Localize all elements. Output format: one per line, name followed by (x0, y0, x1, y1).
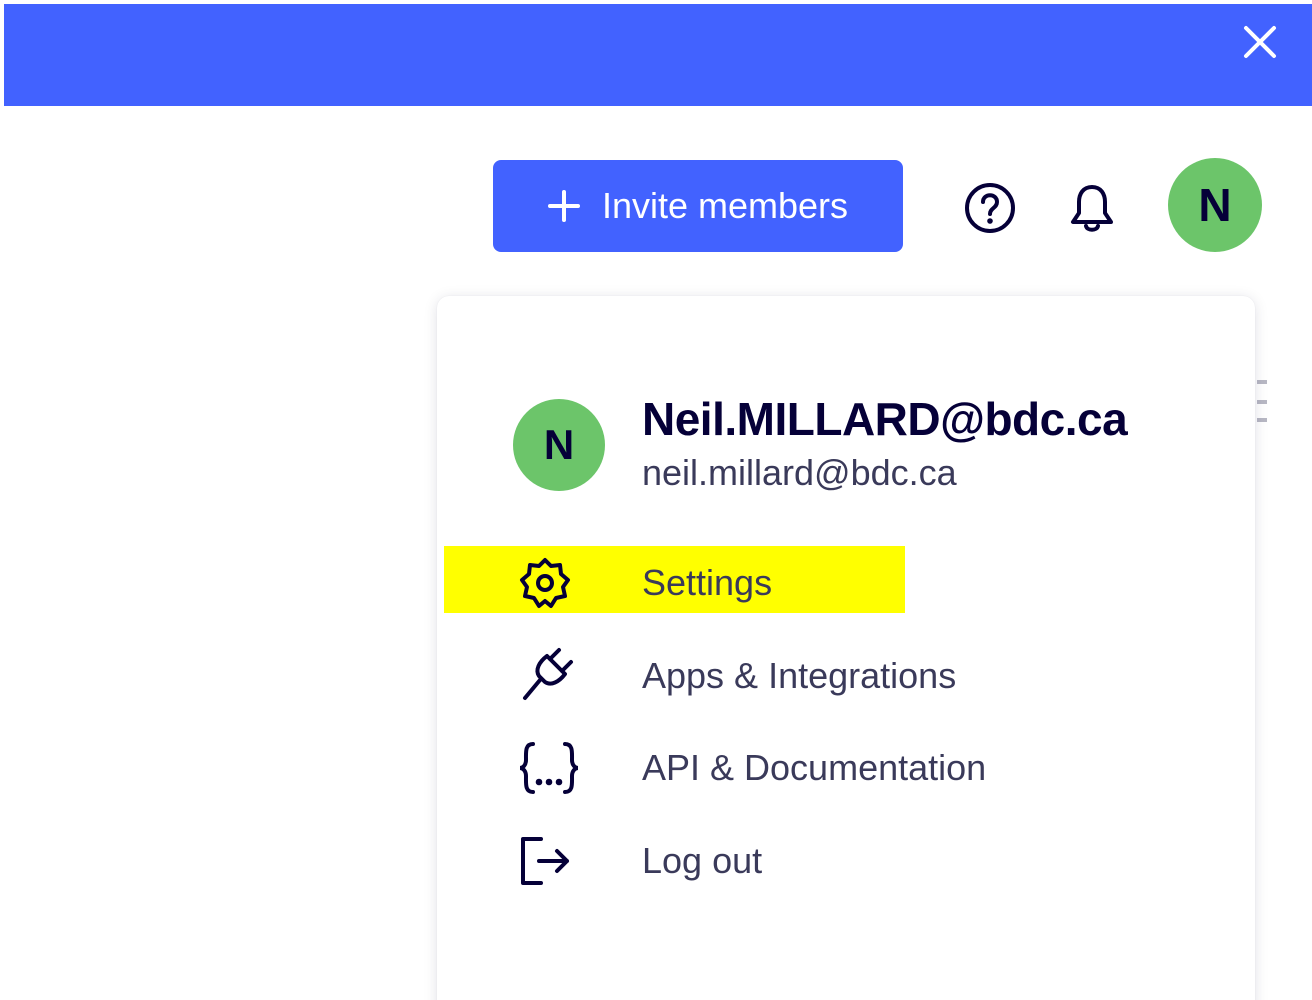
menu-avatar: N (513, 399, 605, 491)
account-dropdown-menu: N Neil.MILLARD@bdc.ca neil.millard@bdc.c… (437, 296, 1255, 1000)
logout-icon (517, 826, 601, 896)
user-avatar-button[interactable]: N (1168, 158, 1262, 252)
menu-item-api-documentation[interactable]: API & Documentation (517, 733, 1217, 803)
help-circle-icon[interactable] (960, 178, 1020, 238)
close-icon[interactable] (1236, 18, 1284, 66)
gear-icon (517, 548, 601, 618)
user-email: neil.millard@bdc.ca (642, 452, 957, 493)
menu-item-settings-label: Settings (642, 562, 773, 603)
menu-item-api-label: API & Documentation (642, 747, 987, 788)
plug-icon (517, 641, 601, 711)
menu-item-apps-integrations[interactable]: Apps & Integrations (517, 641, 1217, 711)
plus-icon (547, 190, 580, 222)
bell-icon[interactable] (1062, 178, 1122, 238)
code-braces-icon (517, 733, 601, 803)
menu-item-apps-label: Apps & Integrations (642, 655, 957, 696)
menu-item-log-out[interactable]: Log out (517, 826, 1217, 896)
top-banner (4, 4, 1312, 106)
page: Invite members N N Neil.MILLARD@bdc.ca n… (0, 0, 1312, 1000)
invite-members-button[interactable]: Invite members (493, 160, 903, 252)
avatar-initial: N (1198, 179, 1232, 231)
invite-members-label: Invite members (601, 185, 849, 226)
user-display-name: Neil.MILLARD@bdc.ca (642, 393, 1128, 445)
menu-item-log-out-label: Log out (642, 840, 763, 881)
menu-item-settings[interactable]: Settings (517, 548, 1217, 618)
more-options-icon (1257, 380, 1267, 422)
menu-avatar-initial: N (543, 421, 575, 468)
